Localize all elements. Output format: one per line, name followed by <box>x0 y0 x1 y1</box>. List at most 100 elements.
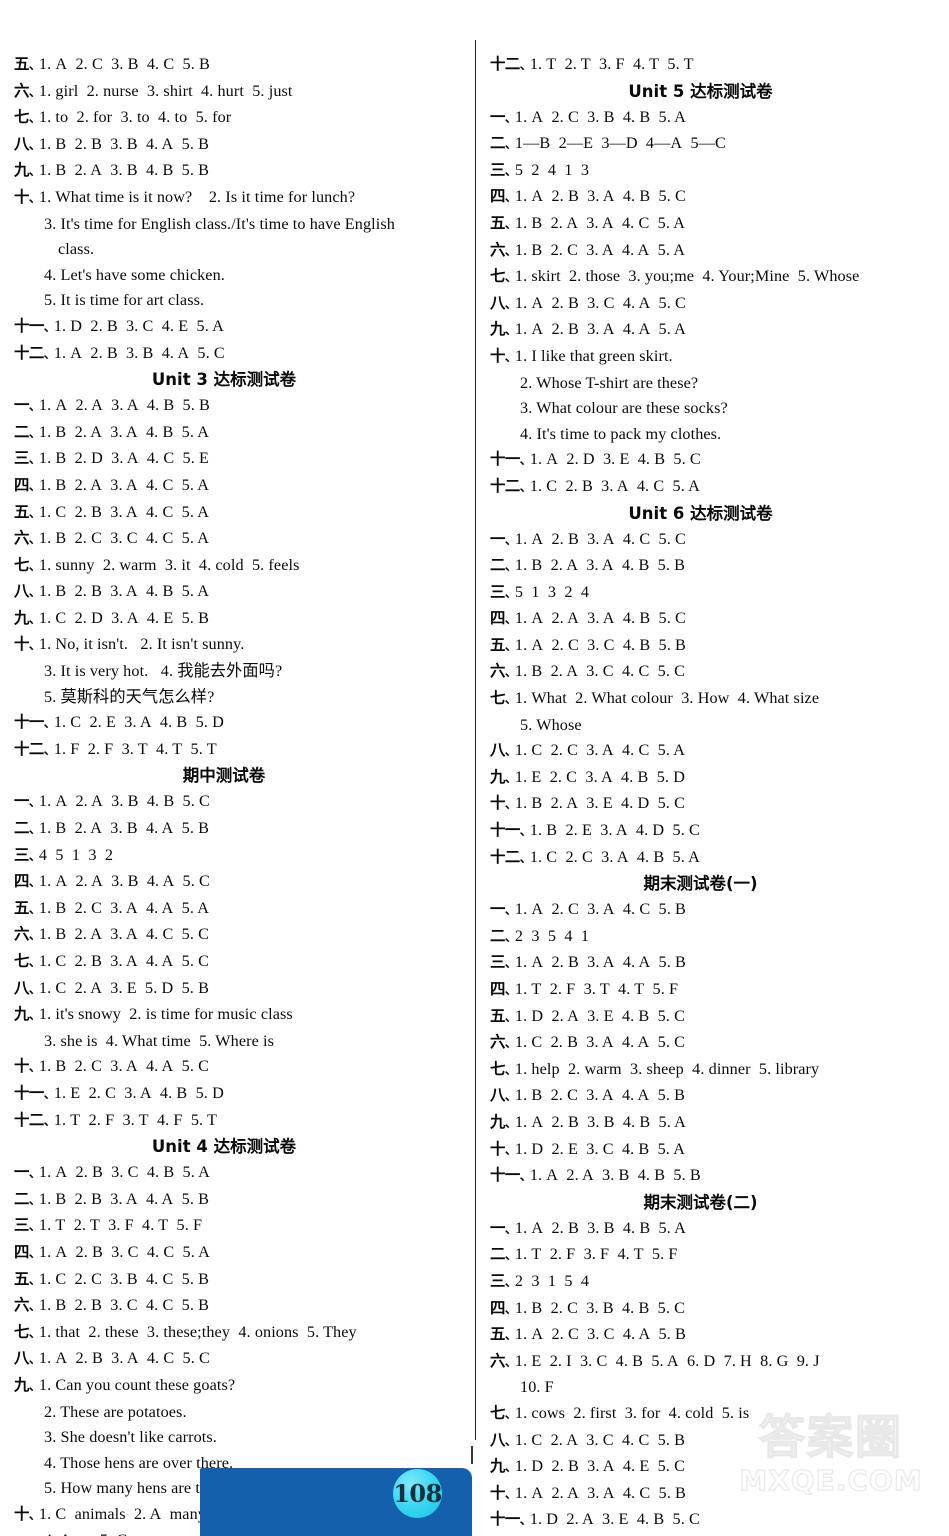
answer-line: 六1. B 2. C 3. C 4. C 5. A <box>14 526 464 553</box>
answer-text: 1. C 2. B 3. A 4. A 5. C <box>514 1033 686 1052</box>
answer-continuation-line: 5. It is time for art class. <box>14 288 464 314</box>
answer-key-page: 五1. A 2. C 3. B 4. C 5. B六1. girl 2. nur… <box>0 0 949 1536</box>
answer-text: 4. It's time to pack my clothes. <box>520 424 722 443</box>
question-group-label: 六 <box>490 1352 515 1370</box>
answer-line: 三4 5 1 3 2 <box>14 843 464 870</box>
question-group-label: 五 <box>14 503 39 521</box>
answer-text: 1. D 2. A 3. E 4. B 5. C <box>529 1510 700 1529</box>
answer-line: 六1. C 2. B 3. A 4. A 5. C <box>490 1030 941 1057</box>
answer-line: 八1. A 2. B 3. A 4. C 5. C <box>14 1346 464 1373</box>
section-heading: 期末测试卷(二) <box>643 1192 758 1212</box>
answer-text: 1. T 2. T 3. F 4. T 5. F <box>38 1216 203 1235</box>
answer-line: 十一1. A 2. D 3. E 4. B 5. C <box>490 447 941 474</box>
right-answer-column: 十二1. T 2. T 3. F 4. T 5. TUnit 5 达标测试卷一1… <box>474 52 949 1528</box>
question-group-label: 十二 <box>14 740 54 758</box>
answer-text: 1. A 2. B 3. C 4. B 5. A <box>38 1163 210 1182</box>
question-group-label: 十二 <box>490 477 530 495</box>
answer-text: 5. It is time for art class. <box>44 291 205 310</box>
answer-line: 二1. T 2. F 3. F 4. T 5. F <box>490 1242 941 1269</box>
answer-line: 七1. sunny 2. warm 3. it 4. cold 5. feels <box>14 553 464 580</box>
question-group-label: 三 <box>490 583 515 601</box>
question-group-label: 二 <box>490 556 515 574</box>
answer-text: 1. that 2. these 3. these;they 4. onions… <box>38 1322 357 1341</box>
answer-line: 二1. B 2. A 3. A 4. B 5. B <box>490 553 941 580</box>
answer-line: 三1. B 2. D 3. A 4. C 5. E <box>14 446 464 473</box>
answer-line: 十一1. E 2. C 3. A 4. B 5. D <box>14 1081 464 1108</box>
answer-line: 十一1. C 2. E 3. A 4. B 5. D <box>14 710 464 737</box>
question-group-label: 六 <box>490 241 515 259</box>
answer-line: 八1. C 2. A 3. C 4. C 5. B <box>490 1428 941 1455</box>
answer-text: 1. T 2. F 3. F 4. T 5. F <box>514 1245 678 1264</box>
question-group-label: 二 <box>14 423 39 441</box>
answer-continuation-line: 3. It's time for English class./It's tim… <box>14 212 464 238</box>
answer-line: 十二1. A 2. B 3. B 4. A 5. C <box>14 341 464 368</box>
question-group-label: 四 <box>490 187 515 205</box>
answer-text: 1. B 2. C 3. A 4. A 5. A <box>38 898 210 917</box>
question-group-label: 一 <box>14 396 39 414</box>
answer-line: 二2 3 5 4 1 <box>490 924 941 951</box>
question-group-label: 六 <box>14 82 39 100</box>
question-group-label: 十一 <box>14 713 54 731</box>
answer-text: 1. A 2. A 3. B 4. A 5. C <box>38 872 210 891</box>
answer-continuation-line: 3. It is very hot. 4. 我能去外面吗? <box>14 659 464 685</box>
question-group-label: 九 <box>14 161 39 179</box>
page-number: 108 <box>393 1479 442 1508</box>
question-group-label: 九 <box>490 768 515 786</box>
answer-text: 1. girl 2. nurse 3. shirt 4. hurt 5. jus… <box>38 81 293 100</box>
answer-text: 1. A 2. A 3. B 4. B 5. B <box>529 1166 701 1185</box>
answer-continuation-line: 3. She doesn't like carrots. <box>14 1425 464 1451</box>
answer-text: 1. sunny 2. warm 3. it 4. cold 5. feels <box>38 555 300 574</box>
question-group-label: 一 <box>14 792 39 810</box>
answer-text: 1. B 2. C 3. C 4. C 5. A <box>38 529 210 548</box>
answer-text: 1. A 2. B 3. A 4. A 5. B <box>514 953 686 972</box>
answer-line: 二1. B 2. B 3. A 4. A 5. B <box>14 1187 464 1214</box>
answer-text: 2 3 5 4 1 <box>514 926 590 945</box>
question-group-label: 七 <box>14 556 39 574</box>
question-group-label: 九 <box>490 1457 515 1475</box>
answer-text: 1. C 2. B 3. A 4. C 5. A <box>529 476 700 495</box>
answer-continuation-line: 4. It's time to pack my clothes. <box>490 422 941 448</box>
answer-line: 九1. E 2. C 3. A 4. B 5. D <box>490 765 941 792</box>
answer-text: 1. skirt 2. those 3. you;me 4. Your;Mine… <box>514 267 860 286</box>
question-group-label: 八 <box>490 294 515 312</box>
answer-line: 二1—B 2—E 3—D 4—A 5—C <box>490 131 941 158</box>
answer-line: 一1. A 2. B 3. B 4. B 5. A <box>490 1216 941 1243</box>
answer-text: 1. B 2. B 3. C 4. C 5. B <box>38 1296 210 1315</box>
answer-text: 1. Can you count these goats? <box>38 1375 236 1394</box>
answer-text: 1. B 2. A 3. C 4. C 5. C <box>514 662 686 681</box>
answer-text: 1. A 2. B 3. A 4. A 5. A <box>514 320 686 339</box>
answer-line: 四1. A 2. B 3. C 4. C 5. A <box>14 1240 464 1267</box>
question-group-label: 十 <box>490 347 515 365</box>
answer-text: 5 2 4 1 3 <box>514 160 590 179</box>
answer-text: 1. B 2. A 3. B 4. A 5. B <box>38 819 210 838</box>
question-group-label: 九 <box>490 1113 515 1131</box>
answer-line: 八1. A 2. B 3. C 4. A 5. C <box>490 291 941 318</box>
answer-text: 1. A 2. B 3. A 4. B 5. C <box>514 187 686 206</box>
answer-line: 一1. A 2. B 3. A 4. C 5. C <box>490 527 941 554</box>
question-group-label: 八 <box>14 582 39 600</box>
answer-line: 五1. B 2. C 3. A 4. A 5. A <box>14 896 464 923</box>
answer-line: 六1. B 2. A 3. A 4. C 5. C <box>14 922 464 949</box>
question-group-label: 一 <box>14 1163 39 1181</box>
answer-continuation-line: 3. What colour are these socks? <box>490 396 941 422</box>
answer-line: 四1. A 2. A 3. B 4. A 5. C <box>14 869 464 896</box>
question-group-label: 九 <box>14 1005 39 1023</box>
answer-line: 十二1. C 2. C 3. A 4. B 5. A <box>490 845 941 872</box>
answer-text: 1. C 2. B 3. A 4. C 5. A <box>38 502 210 521</box>
answer-text: 1. A 2. C 3. B 4. C 5. B <box>38 55 210 73</box>
question-group-label: 五 <box>490 636 515 654</box>
answer-text: 1. D 2. A 3. E 4. B 5. C <box>514 1006 686 1025</box>
answer-text: 2. These are potatoes. <box>44 1402 187 1421</box>
answer-continuation-line: 10. F <box>490 1375 941 1401</box>
answer-text: 1. A 2. B 3. C 4. A 5. C <box>514 293 686 312</box>
question-group-label: 二 <box>14 1190 39 1208</box>
question-group-label: 五 <box>14 1270 39 1288</box>
answer-line: 一1. A 2. C 3. B 4. B 5. A <box>490 105 941 132</box>
answer-text: 1. D 2. E 3. C 4. B 5. A <box>514 1139 686 1158</box>
answer-line: 十一1. D 2. B 3. C 4. E 5. A <box>14 314 464 341</box>
question-group-label: 八 <box>14 1349 39 1367</box>
answer-text: 4. A at 5. C potatoes <box>44 1531 190 1536</box>
answer-text: 1. T 2. F 3. T 4. F 5. T <box>53 1110 218 1129</box>
answer-line: 五1. C 2. C 3. B 4. C 5. B <box>14 1267 464 1294</box>
question-group-label: 一 <box>490 108 515 126</box>
